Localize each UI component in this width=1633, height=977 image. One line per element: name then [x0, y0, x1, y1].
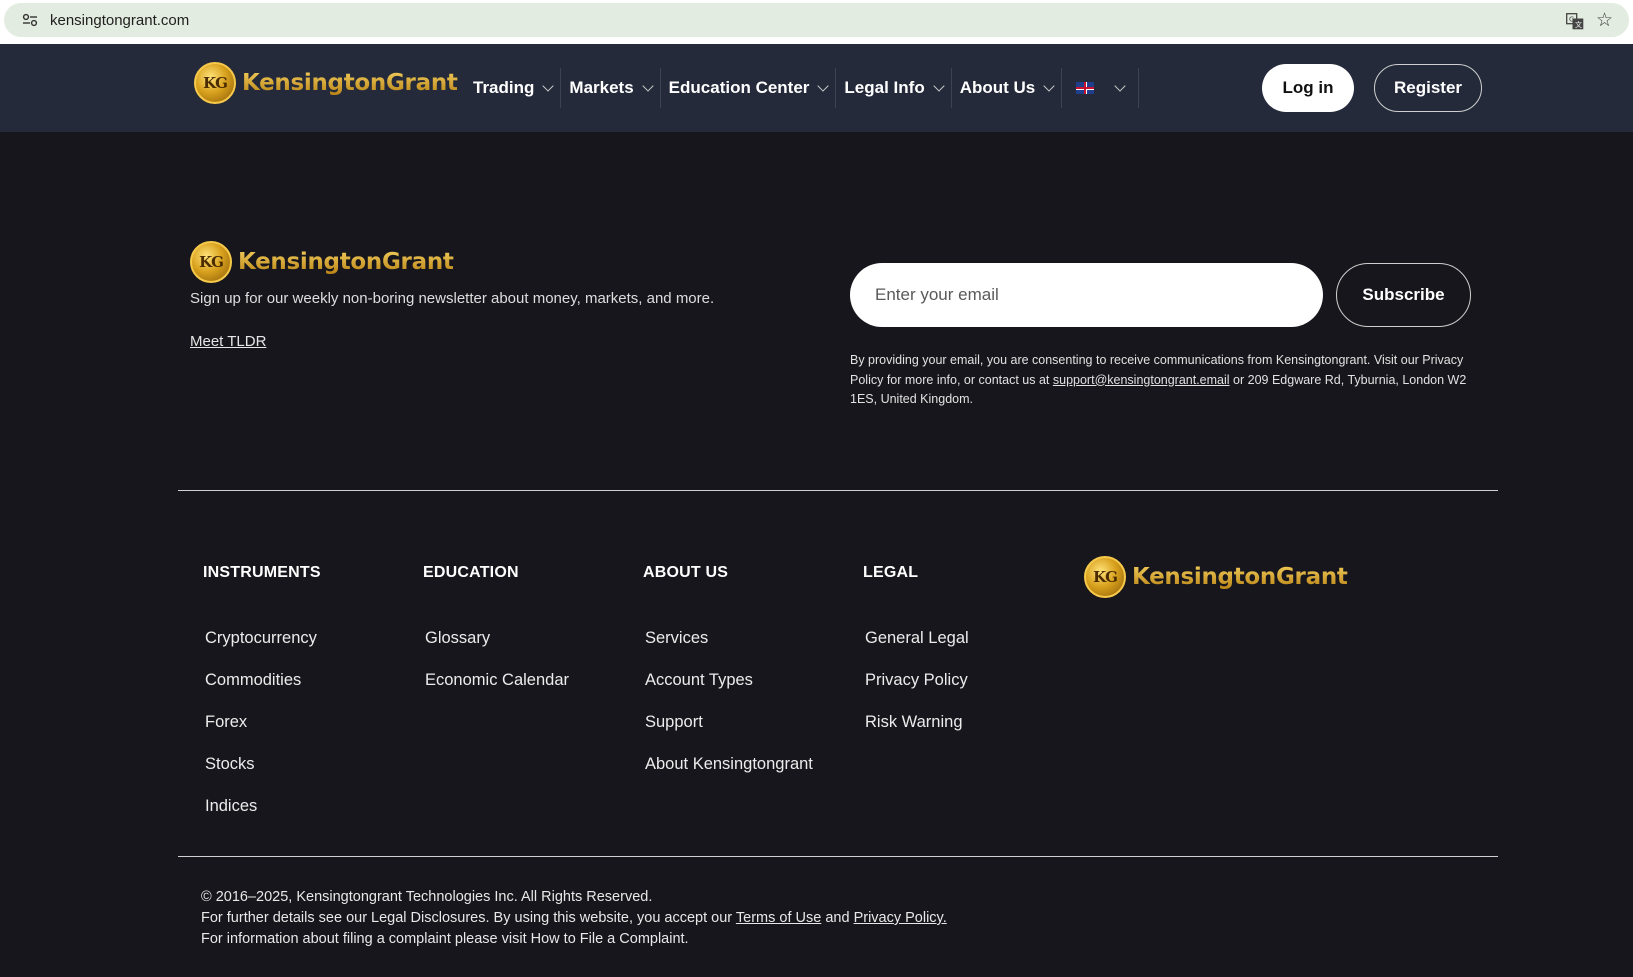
logo-coin-icon: KG [194, 62, 236, 104]
logo-text: KensingtonGrant [1132, 564, 1348, 590]
main-nav: Trading Markets Education Center Legal I… [465, 68, 1140, 108]
meet-tldr-link[interactable]: Meet TLDR [190, 333, 266, 350]
footer-column-education: EDUCATION Glossary Economic Calendar [423, 564, 569, 690]
logo-text: KensingtonGrant [238, 249, 454, 275]
footer-link-about-kensingtongrant[interactable]: About Kensingtongrant [645, 755, 813, 774]
login-button[interactable]: Log in [1262, 64, 1354, 112]
legal-notice: © 2016–2025, Kensingtongrant Technologie… [201, 887, 947, 950]
subscribe-button[interactable]: Subscribe [1336, 263, 1471, 327]
footer-link-account-types[interactable]: Account Types [645, 671, 813, 690]
footer-link-forex[interactable]: Forex [205, 713, 321, 732]
logo-coin-icon: KG [190, 241, 232, 283]
chevron-down-icon [933, 79, 945, 92]
footer-link-risk-warning[interactable]: Risk Warning [865, 713, 969, 732]
footer-link-privacy-policy[interactable]: Privacy Policy [865, 671, 969, 690]
svg-text:文: 文 [1575, 20, 1582, 29]
footer-column-instruments: INSTRUMENTS Cryptocurrency Commodities F… [203, 564, 321, 816]
language-selector[interactable] [1062, 68, 1140, 108]
complaint-text: For information about filing a complaint… [201, 931, 689, 947]
chevron-down-icon [1043, 79, 1055, 92]
footer-column-legal: LEGAL General Legal Privacy Policy Risk … [863, 564, 969, 732]
nav-trading[interactable]: Trading [465, 68, 562, 108]
footer-link-support[interactable]: Support [645, 713, 813, 732]
nav-about-us[interactable]: About Us [952, 68, 1063, 108]
support-email-link[interactable]: support@kensingtongrant.email [1053, 373, 1230, 387]
nav-education-center[interactable]: Education Center [661, 68, 837, 108]
newsletter-tagline: Sign up for our weekly non-boring newsle… [190, 290, 715, 307]
svg-text:G: G [1569, 16, 1574, 24]
disclosure-text: For further details see our Legal Disclo… [201, 908, 947, 929]
footer-link-commodities[interactable]: Commodities [205, 671, 321, 690]
browser-toolbar: kensingtongrant.com G 文 ☆ [0, 0, 1633, 44]
chevron-down-icon [642, 79, 654, 92]
site-header: KG KensingtonGrant Trading Markets Educa… [0, 44, 1633, 132]
copyright-text: © 2016–2025, Kensingtongrant Technologie… [201, 889, 653, 905]
chevron-down-icon [817, 79, 830, 92]
nav-label: Legal Info [844, 78, 925, 97]
address-bar[interactable]: kensingtongrant.com G 文 ☆ [4, 3, 1629, 37]
logo-text: KensingtonGrant [242, 70, 458, 96]
column-heading: LEGAL [863, 564, 919, 581]
terms-of-use-link[interactable]: Terms of Use [736, 910, 821, 926]
nav-label: Markets [569, 78, 634, 97]
and-text: and [821, 910, 854, 926]
privacy-policy-link[interactable]: Privacy Policy. [854, 910, 947, 926]
nav-label: Trading [473, 78, 535, 97]
column-heading: INSTRUMENTS [203, 564, 321, 581]
divider [178, 490, 1498, 491]
nav-markets[interactable]: Markets [561, 68, 661, 108]
column-heading: ABOUT US [643, 564, 729, 581]
footer-link-cryptocurrency[interactable]: Cryptocurrency [205, 629, 321, 648]
footer-link-economic-calendar[interactable]: Economic Calendar [425, 671, 569, 690]
chevron-down-icon [1114, 79, 1126, 92]
uk-flag-icon [1076, 82, 1095, 94]
footer-logo[interactable]: KG KensingtonGrant [1084, 556, 1348, 598]
header-logo[interactable]: KG KensingtonGrant [194, 62, 458, 104]
footer-link-general-legal[interactable]: General Legal [865, 629, 969, 648]
footer-link-stocks[interactable]: Stocks [205, 755, 321, 774]
nav-label: About Us [959, 78, 1036, 97]
footer-column-about-us: ABOUT US Services Account Types Support … [643, 564, 813, 774]
consent-text: By providing your email, you are consent… [850, 351, 1490, 410]
register-button[interactable]: Register [1374, 64, 1482, 112]
translate-icon[interactable]: G 文 [1566, 13, 1584, 30]
column-heading: EDUCATION [423, 564, 519, 581]
footer-link-indices[interactable]: Indices [205, 797, 321, 816]
url-text[interactable]: kensingtongrant.com [50, 12, 189, 29]
chevron-down-icon [542, 79, 555, 92]
footer-link-services[interactable]: Services [645, 629, 813, 648]
nav-label: Education Center [668, 78, 810, 97]
logo-coin-icon: KG [1084, 556, 1126, 598]
email-field[interactable] [850, 263, 1323, 327]
star-icon[interactable]: ☆ [1596, 11, 1613, 30]
footer-logo[interactable]: KG KensingtonGrant [190, 241, 454, 283]
divider [178, 856, 1498, 857]
nav-legal-info[interactable]: Legal Info [836, 68, 952, 108]
footer-link-glossary[interactable]: Glossary [425, 629, 569, 648]
disclosure-text-start: For further details see our Legal Disclo… [201, 910, 736, 926]
site-settings-icon[interactable] [22, 13, 38, 27]
